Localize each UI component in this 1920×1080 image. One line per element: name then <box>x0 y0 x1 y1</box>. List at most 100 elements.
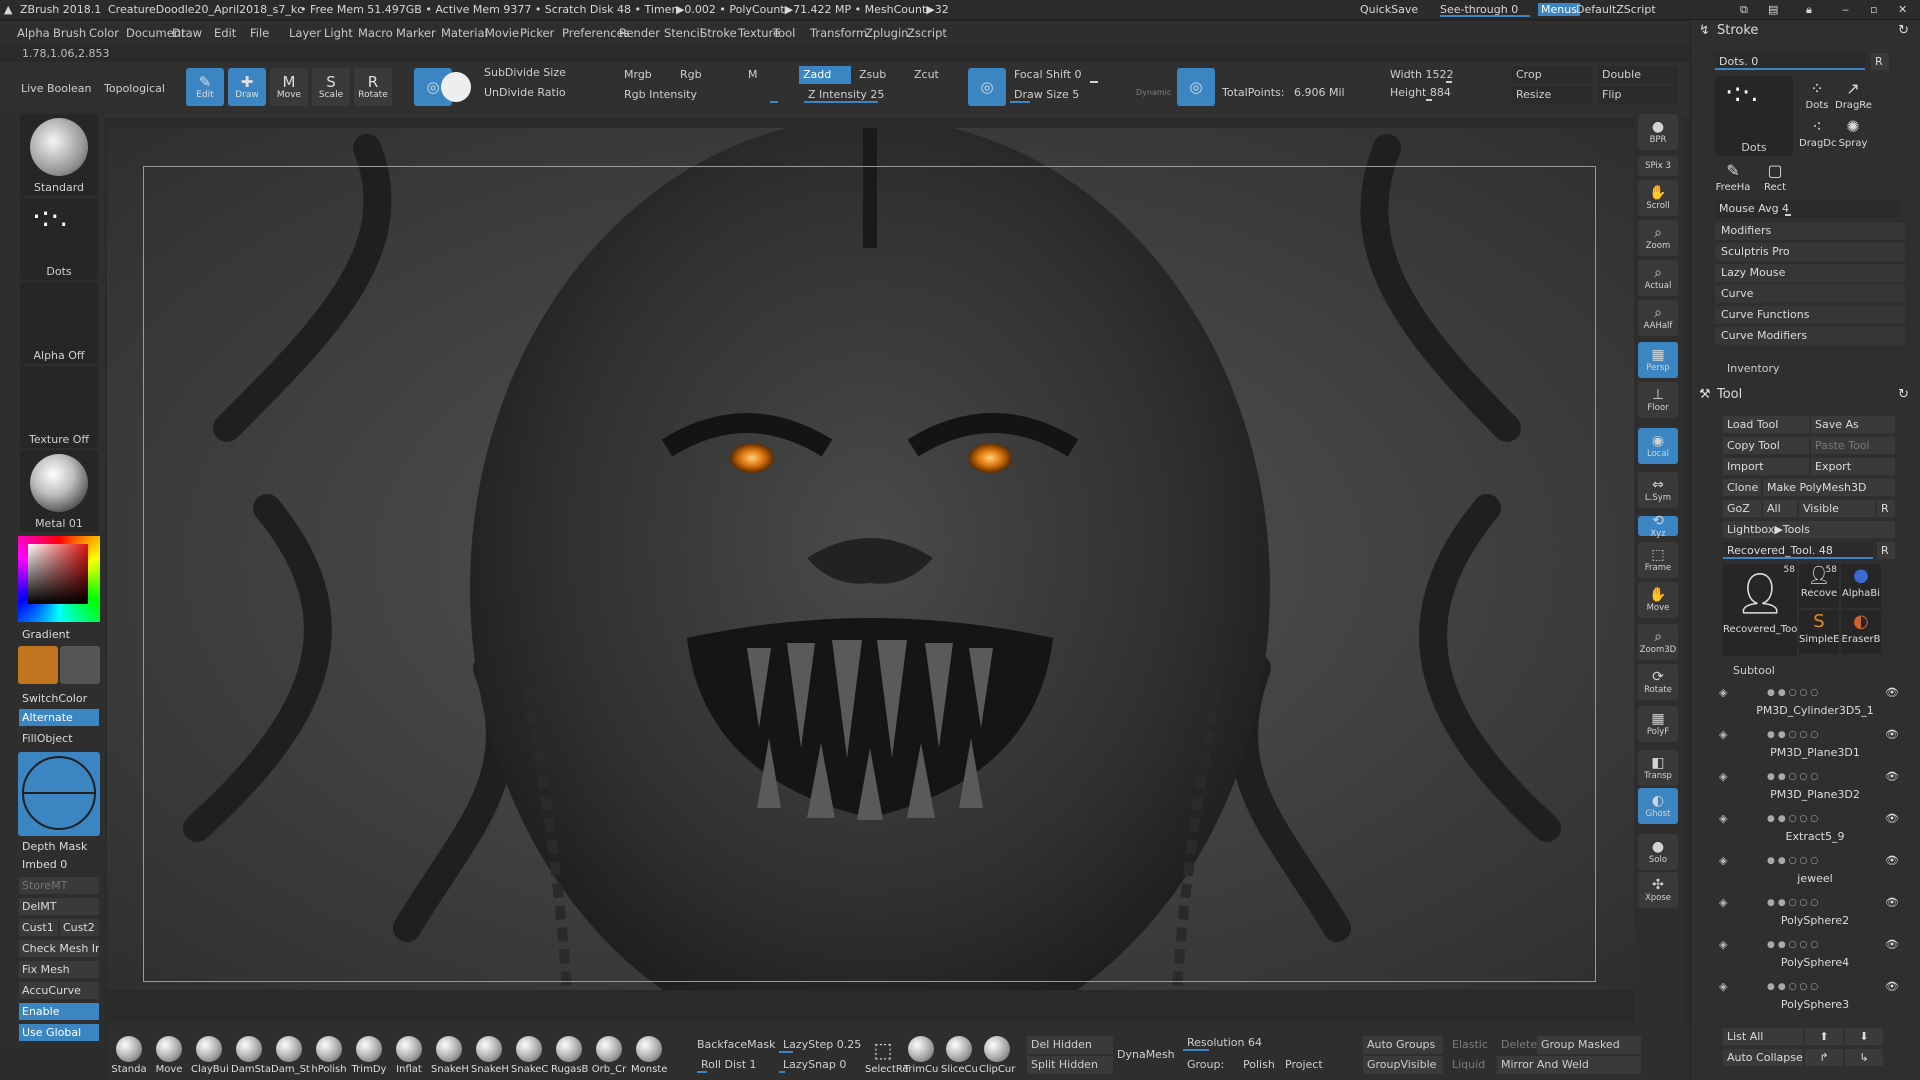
brush-standa[interactable]: Standa <box>111 1036 147 1080</box>
nav-zoom-button[interactable]: ⌕ Zoom <box>1638 220 1678 256</box>
alpha-thumbnail[interactable]: Alpha Off <box>20 282 98 364</box>
mouse-avg-slider[interactable]: Mouse Avg 4 <box>1715 200 1901 217</box>
subtool-controls[interactable]: ◈ ●●○○○ 👁︎ <box>1719 854 1905 868</box>
tool-thumb[interactable]: S SimpleE <box>1799 610 1839 654</box>
nav-move-button[interactable]: ✋ Move <box>1638 582 1678 618</box>
topological-button[interactable]: Topological <box>104 82 165 95</box>
layout-icon[interactable]: ⧉ <box>1740 3 1748 17</box>
zcut-button[interactable]: Zcut <box>910 66 950 84</box>
arrow-down-right-icon[interactable]: ↳ <box>1845 1049 1883 1066</box>
menu-color[interactable]: Color <box>89 26 119 40</box>
dots-slider[interactable]: Dots. 0 <box>1715 53 1865 70</box>
subtool-name[interactable]: PM3D_Plane3D1 <box>1727 746 1903 759</box>
document-canvas[interactable] <box>107 128 1634 990</box>
enable-button[interactable]: Enable <box>19 1003 99 1020</box>
brush-snakeh[interactable]: SnakeH <box>431 1036 469 1080</box>
subpanel-curve[interactable]: Curve <box>1715 285 1905 303</box>
nav-bpr-button[interactable]: ● BPR <box>1638 114 1678 150</box>
export-button[interactable]: Export <box>1811 458 1895 475</box>
menu-transform[interactable]: Transform <box>810 26 867 40</box>
switch-color-button[interactable]: SwitchColor <box>19 690 99 707</box>
rgb-button[interactable]: Rgb <box>676 66 724 84</box>
subtool-name[interactable]: PolySphere4 <box>1727 956 1903 969</box>
crop-button[interactable]: Crop <box>1512 66 1592 84</box>
brush-dam-st[interactable]: Dam_St <box>271 1036 310 1080</box>
nav-polyf-button[interactable]: ▦ PolyF <box>1638 706 1678 742</box>
subtool-toggles[interactable]: ●●○○○ <box>1767 772 1821 782</box>
select-rect-brush[interactable]: ⬚ SelectRe <box>865 1036 909 1080</box>
subtool-toggles[interactable]: ●●○○○ <box>1767 730 1821 740</box>
split-hidden-button[interactable]: Split Hidden <box>1027 1056 1113 1074</box>
cust1-button[interactable]: Cust1 <box>19 919 58 936</box>
stroke-dragdc-button[interactable]: ⁖ DragDc <box>1799 116 1837 152</box>
nav-persp-button[interactable]: ▦ Persp <box>1638 342 1678 378</box>
cust2-button[interactable]: Cust2 <box>60 919 99 936</box>
rgb-intensity-slider[interactable]: Rgb Intensity <box>620 86 780 104</box>
brush-rugasb[interactable]: RugasB <box>551 1036 588 1080</box>
nav-frame-button[interactable]: ⬚ Frame <box>1638 542 1678 578</box>
menu-draw[interactable]: Draw <box>172 26 202 40</box>
eye-icon[interactable]: 👁︎ <box>1885 728 1899 741</box>
flip-button[interactable]: Flip <box>1598 86 1678 104</box>
subtool-controls[interactable]: ◈ ●●○○○ 👁︎ <box>1719 770 1905 784</box>
height-slider[interactable]: Height 884 <box>1386 84 1506 102</box>
width-slider[interactable]: Width 1522 <box>1386 66 1506 84</box>
menu-file[interactable]: File <box>250 26 269 40</box>
nav-zoom3d-button[interactable]: ⌕ Zoom3D <box>1638 624 1678 660</box>
eye-icon[interactable]: 👁︎ <box>1885 896 1899 909</box>
eye-icon[interactable]: 👁︎ <box>1885 770 1899 783</box>
minimize-icon[interactable]: ‒ <box>1842 3 1849 16</box>
nav-aahalf-button[interactable]: ⌕ AAHalf <box>1638 300 1678 336</box>
polish-button[interactable]: Polish <box>1243 1058 1275 1071</box>
nav-scroll-button[interactable]: ✋ Scroll <box>1638 180 1678 216</box>
stroke-rect-button[interactable]: ▢ Rect <box>1757 160 1793 196</box>
fix-mesh-button[interactable]: Fix Mesh <box>19 961 99 978</box>
lock-icon[interactable]: 🔒︎ <box>1806 3 1812 17</box>
store-mt-button[interactable]: StoreMT <box>19 877 99 894</box>
subtool-name[interactable]: Extract5_9 <box>1727 830 1903 843</box>
focal-shift-icon-button[interactable]: ◎ <box>968 68 1006 106</box>
live-boolean-button[interactable]: Live Boolean <box>21 82 92 95</box>
menu-stroke[interactable]: Stroke <box>700 26 737 40</box>
zsub-button[interactable]: Zsub <box>855 66 903 84</box>
depth-mask-widget[interactable] <box>18 752 100 836</box>
menu-zscript[interactable]: Zscript <box>907 26 947 40</box>
subdivide-size-slider[interactable]: SubDivide Size <box>480 64 580 82</box>
stroke-dragre-button[interactable]: ↗ DragRe <box>1835 78 1872 114</box>
auto-collapse-button[interactable]: Auto Collapse <box>1723 1049 1803 1066</box>
nav-solo-button[interactable]: ● Solo <box>1638 834 1678 870</box>
del-hidden-button[interactable]: Del Hidden <box>1027 1036 1113 1054</box>
tool-thumb[interactable]: ◐ EraserB <box>1841 610 1881 654</box>
move-down-icon[interactable]: ⬇ <box>1845 1028 1883 1045</box>
menu-alpha[interactable]: Alpha <box>17 26 50 40</box>
copy-tool-button[interactable]: Copy Tool <box>1723 437 1809 454</box>
menu-zplugin[interactable]: Zplugin <box>865 26 908 40</box>
brush-trimdy[interactable]: TrimDy <box>351 1036 387 1080</box>
menu-material[interactable]: Material <box>441 26 488 40</box>
menu-macro[interactable]: Macro <box>358 26 393 40</box>
subtool-controls[interactable]: ◈ ●●○○○ 👁︎ <box>1719 980 1905 994</box>
brush-move[interactable]: Move <box>151 1036 187 1080</box>
subtool-controls[interactable]: ◈ ●●○○○ 👁︎ <box>1719 812 1905 826</box>
subtool-toggles[interactable]: ●●○○○ <box>1767 856 1821 866</box>
check-mesh-button[interactable]: Check Mesh In <box>19 940 99 957</box>
nav-ghost-button[interactable]: ◐ Ghost <box>1638 788 1678 824</box>
m-button[interactable]: M <box>744 66 772 84</box>
draw-size-icon-button[interactable]: ◎ <box>1177 68 1215 106</box>
backface-mask-button[interactable]: BackfaceMask <box>697 1038 775 1051</box>
clone-button[interactable]: Clone <box>1723 479 1761 496</box>
eye-icon[interactable]: 👁︎ <box>1885 980 1899 993</box>
lazystep-slider[interactable]: LazyStep 0.25 <box>779 1036 863 1054</box>
brush-snakec[interactable]: SnakeC <box>511 1036 548 1080</box>
eye-icon[interactable]: 👁︎ <box>1885 854 1899 867</box>
subtool-name[interactable]: jeweel <box>1727 872 1903 885</box>
auto-groups-button[interactable]: Auto Groups <box>1363 1036 1443 1054</box>
subpanel-modifiers[interactable]: Modifiers <box>1715 222 1905 240</box>
eye-icon[interactable]: 👁︎ <box>1885 812 1899 825</box>
menu-picker[interactable]: Picker <box>520 26 554 40</box>
zadd-button[interactable]: Zadd <box>799 66 851 84</box>
project-button[interactable]: Project <box>1285 1058 1323 1071</box>
subpanel-curve-modifiers[interactable]: Curve Modifiers <box>1715 327 1905 345</box>
slice-curve-brush[interactable]: SliceCu <box>941 1036 978 1080</box>
move-tool-button[interactable]: M Move <box>270 68 308 106</box>
